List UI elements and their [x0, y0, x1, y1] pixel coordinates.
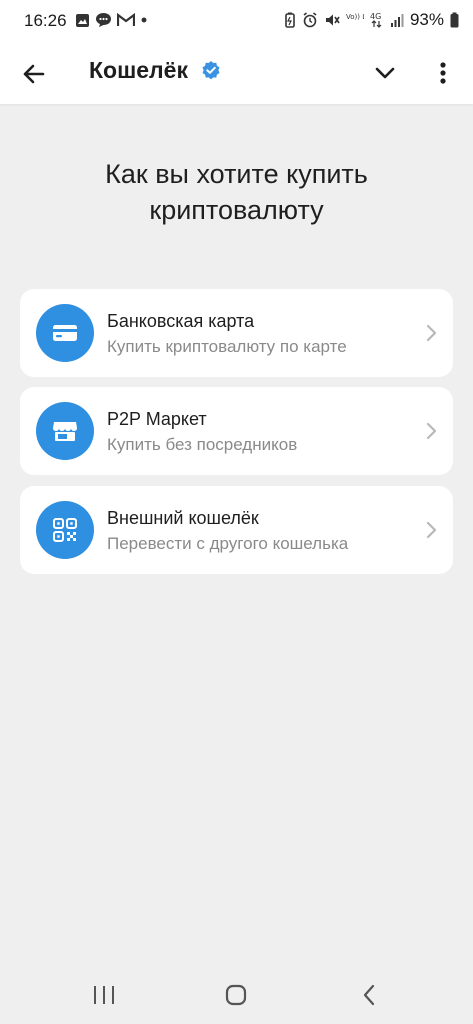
option-subtitle: Купить без посредников: [107, 435, 298, 454]
more-vertical-icon[interactable]: [429, 58, 457, 88]
option-external-wallet[interactable]: Внешний кошелёк Перевести с другого коше…: [20, 486, 453, 574]
chat-icon: [96, 13, 111, 27]
option-title: Внешний кошелёк: [107, 508, 259, 528]
battery-icon: [450, 12, 459, 28]
option-title: P2P Маркет: [107, 409, 207, 429]
battery-saver-icon: [285, 12, 295, 28]
back-arrow-icon[interactable]: [18, 58, 50, 90]
option-subtitle: Перевести с другого кошелька: [107, 534, 349, 553]
dot-icon: [141, 17, 147, 23]
system-back-icon[interactable]: [360, 984, 380, 1006]
home-icon[interactable]: [225, 984, 247, 1006]
status-bar: 16:26 Vo)) 4G 93%: [0, 0, 473, 44]
system-nav-bar: [0, 964, 473, 1024]
mute-icon: [325, 14, 340, 26]
4g-icon: 4G: [370, 12, 382, 28]
volte-icon: Vo)) LTE: [346, 13, 364, 21]
app-header: Кошелёк: [0, 44, 473, 104]
status-time: 16:26: [24, 11, 67, 30]
chevron-down-icon[interactable]: [370, 58, 400, 88]
verified-badge-icon: [202, 61, 220, 80]
volte-label: Vo)) LTE: [346, 13, 364, 21]
status-left-icons: [75, 12, 148, 28]
gmail-icon: [117, 13, 135, 26]
option-icon-circle: [36, 304, 94, 362]
chevron-right-icon: [426, 521, 437, 539]
alarm-icon: [303, 12, 317, 28]
header-title: Кошелёк: [89, 57, 188, 83]
store-icon: [53, 422, 77, 441]
chevron-right-icon: [426, 422, 437, 440]
chevron-right-icon: [426, 324, 437, 342]
option-bank-card[interactable]: Банковская карта Купить криптовалюту по …: [20, 289, 453, 377]
page-heading: Как вы хотите купить криптовалюту: [105, 159, 368, 225]
battery-percent: 93%: [409, 10, 444, 29]
signal-icon: [390, 14, 404, 27]
recent-apps-icon[interactable]: [92, 984, 116, 1006]
option-subtitle: Купить криптовалюту по карте: [107, 337, 347, 356]
credit-card-icon: [53, 325, 77, 341]
option-icon-circle: [36, 402, 94, 460]
network-type-label: 4G: [370, 12, 381, 21]
gallery-icon: [76, 13, 89, 27]
status-right-icons: Vo)) LTE 4G 93%: [284, 10, 459, 30]
option-p2p-market[interactable]: P2P Маркет Купить без посредников: [20, 387, 453, 475]
qr-code-icon: [53, 518, 77, 542]
option-icon-circle: [36, 501, 94, 559]
option-title: Банковская карта: [107, 311, 255, 331]
